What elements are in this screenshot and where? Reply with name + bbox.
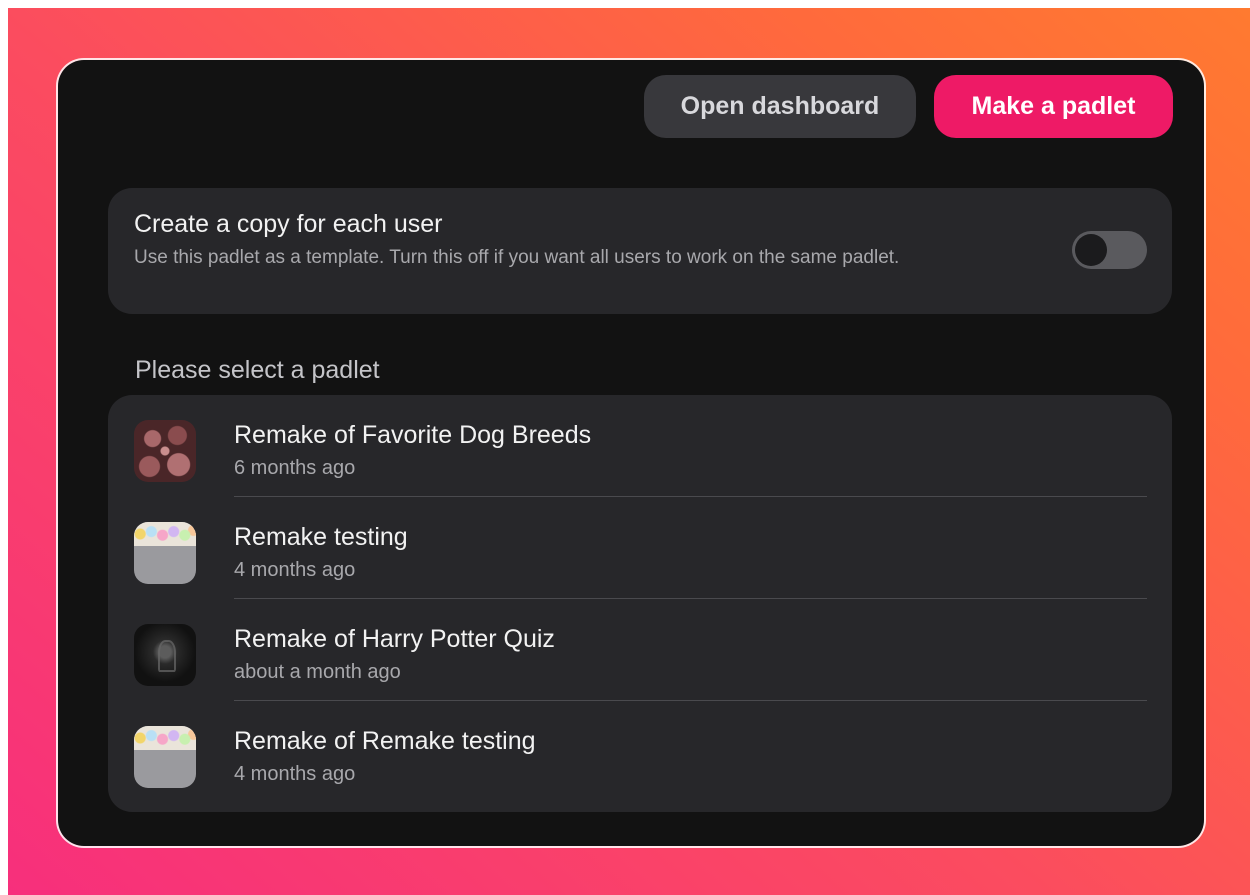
padlet-list: Remake of Favorite Dog Breeds 6 months a…: [108, 395, 1172, 812]
padlet-title: Remake of Favorite Dog Breeds: [234, 421, 592, 449]
padlet-timestamp: 4 months ago: [234, 559, 356, 581]
copy-setting-description: Use this padlet as a template. Turn this…: [134, 247, 900, 268]
copy-for-each-user-toggle[interactable]: [1072, 231, 1147, 269]
open-dashboard-button[interactable]: Open dashboard: [644, 75, 916, 138]
list-item[interactable]: Remake of Favorite Dog Breeds 6 months a…: [108, 395, 1172, 497]
list-item[interactable]: Remake of Remake testing 4 months ago: [108, 701, 1172, 803]
copy-for-each-user-setting: Create a copy for each user Use this pad…: [108, 188, 1172, 314]
list-item[interactable]: Remake of Harry Potter Quiz about a mont…: [108, 599, 1172, 701]
padlet-thumbnail: [134, 624, 196, 686]
padlet-title: Remake testing: [234, 523, 408, 551]
padlet-timestamp: 4 months ago: [234, 763, 356, 785]
toggle-knob: [1075, 234, 1107, 266]
list-item[interactable]: Remake testing 4 months ago: [108, 497, 1172, 599]
padlet-thumbnail: [134, 726, 196, 788]
select-padlet-label: Please select a padlet: [135, 356, 380, 384]
padlet-title: Remake of Harry Potter Quiz: [234, 625, 555, 653]
make-padlet-button[interactable]: Make a padlet: [934, 75, 1173, 138]
padlet-selection-panel: Open dashboard Make a padlet Create a co…: [58, 60, 1204, 846]
padlet-timestamp: about a month ago: [234, 661, 401, 683]
padlet-thumbnail: [134, 522, 196, 584]
padlet-timestamp: 6 months ago: [234, 457, 356, 479]
padlet-thumbnail: [134, 420, 196, 482]
padlet-title: Remake of Remake testing: [234, 727, 536, 755]
copy-setting-title: Create a copy for each user: [134, 210, 443, 238]
